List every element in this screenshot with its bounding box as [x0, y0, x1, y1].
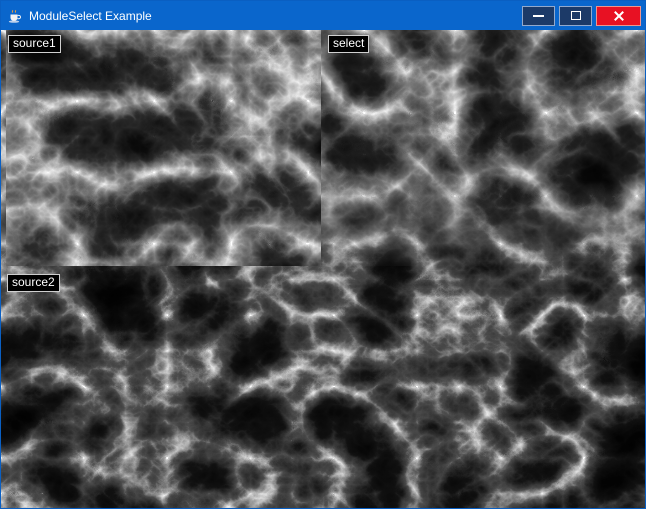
titlebar[interactable]: ModuleSelect Example — [1, 1, 645, 30]
maximize-button[interactable] — [559, 6, 592, 26]
app-window: ModuleSelect Example — [0, 0, 646, 509]
label-source1: source1 — [8, 35, 61, 53]
label-source2: source2 — [7, 274, 60, 292]
java-coffee-cup-icon[interactable] — [7, 8, 23, 24]
render-viewport: source1 select source2 — [1, 30, 645, 508]
minimize-icon — [533, 15, 544, 17]
noise-canvas — [1, 30, 645, 508]
close-button[interactable] — [596, 6, 641, 26]
maximize-icon — [571, 11, 581, 20]
window-controls — [522, 6, 645, 26]
minimize-button[interactable] — [522, 6, 555, 26]
window-title: ModuleSelect Example — [29, 9, 152, 23]
label-select: select — [328, 35, 369, 53]
source1-layer — [6, 30, 321, 266]
close-icon — [613, 10, 625, 22]
source2-layer — [1, 266, 645, 508]
